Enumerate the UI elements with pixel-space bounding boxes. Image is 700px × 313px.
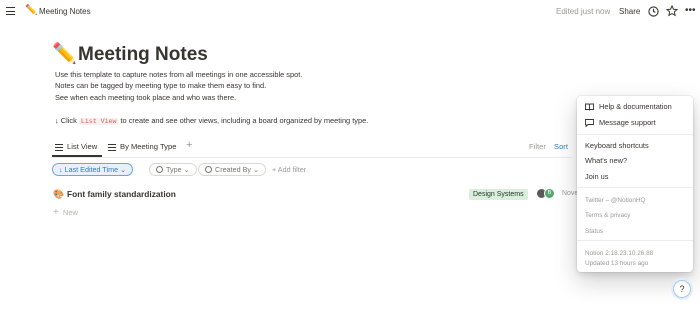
list-icon bbox=[108, 143, 116, 151]
list-item-date: Nove bbox=[562, 190, 579, 197]
filter-chip-type-label: Type ⌄ bbox=[166, 165, 190, 174]
view-tabs: List View By Meeting Type + Filter Sort bbox=[52, 137, 572, 157]
menu-item-join-us[interactable]: Join us bbox=[585, 172, 608, 182]
page-title[interactable]: Meeting Notes bbox=[78, 43, 208, 67]
add-view-button[interactable]: + bbox=[186, 140, 192, 151]
page-icon[interactable]: ✏️ bbox=[52, 42, 77, 66]
more-options-button[interactable]: ••• bbox=[685, 6, 696, 16]
tabs-divider bbox=[52, 157, 572, 158]
new-item-label: New bbox=[62, 208, 79, 217]
list-icon bbox=[55, 143, 63, 151]
tab-list-view-label: List View bbox=[67, 142, 98, 151]
edited-status: Edited just now bbox=[556, 7, 611, 16]
meeting-type-tag: Design Systems bbox=[469, 189, 528, 200]
select-icon bbox=[156, 166, 163, 173]
tab-by-meeting-type[interactable]: By Meeting Type bbox=[108, 142, 176, 152]
book-icon bbox=[585, 103, 594, 111]
avatar: B bbox=[544, 188, 555, 199]
new-item-button[interactable]: + New bbox=[53, 207, 78, 218]
tab-by-meeting-type-label: By Meeting Type bbox=[120, 142, 177, 151]
filter-chip-created-by[interactable]: Created By ⌄ bbox=[198, 163, 266, 176]
pencil-icon: ✏️ bbox=[25, 5, 38, 16]
filter-chip-created-by-label: Created By ⌄ bbox=[215, 165, 259, 174]
filter-chip-type[interactable]: Type ⌄ bbox=[149, 163, 197, 176]
person-icon bbox=[205, 166, 212, 173]
menu-item-keyboard-shortcuts[interactable]: Keyboard shortcuts bbox=[585, 141, 649, 151]
description-line-1: Use this template to capture notes from … bbox=[55, 70, 303, 79]
description-line-4-post: to create and see other views, including… bbox=[118, 116, 369, 125]
breadcrumb-page-title[interactable]: Meeting Notes bbox=[39, 7, 91, 17]
tab-list-view[interactable]: List View bbox=[55, 142, 97, 152]
description-line-4-pre: ↓ Click bbox=[55, 116, 79, 125]
menu-item-message-support-label: Message support bbox=[599, 118, 656, 127]
menu-item-help-documentation-label: Help & documentation bbox=[599, 102, 672, 111]
menu-item-twitter[interactable]: Twitter – @NotionHQ bbox=[585, 196, 645, 205]
description-line-3: See when each meeting took place and who… bbox=[55, 93, 237, 102]
menu-icon[interactable] bbox=[6, 7, 15, 15]
description-line-2: Notes can be tagged by meeting type to m… bbox=[55, 81, 267, 90]
plus-icon: + bbox=[53, 207, 59, 218]
sort-chip-last-edited[interactable]: ↓ Last Edited Time ⌄ bbox=[52, 163, 134, 176]
help-button[interactable]: ? bbox=[673, 280, 691, 298]
sort-button[interactable]: Sort bbox=[554, 142, 568, 151]
inline-code-list-view: List View bbox=[78, 118, 119, 125]
menu-item-terms-privacy[interactable]: Terms & privacy bbox=[585, 211, 630, 220]
menu-item-message-support[interactable]: Message support bbox=[585, 118, 656, 128]
add-filter-button[interactable]: + Add filter bbox=[272, 165, 306, 174]
menu-item-status[interactable]: Status bbox=[585, 227, 603, 236]
help-menu: Help & documentation Message support Key… bbox=[577, 96, 693, 272]
filter-button[interactable]: Filter bbox=[529, 142, 546, 151]
chat-icon bbox=[585, 119, 594, 127]
list-item-title[interactable]: Font family standardization bbox=[67, 189, 176, 200]
updated-info: Updated 13 hours ago bbox=[585, 260, 649, 267]
menu-divider bbox=[577, 240, 693, 241]
description-line-4: ↓ Click List View to create and see othe… bbox=[55, 116, 368, 127]
menu-divider bbox=[577, 187, 693, 188]
menu-item-whats-new[interactable]: What's new? bbox=[585, 156, 627, 166]
palette-icon: 🎨 bbox=[53, 189, 65, 199]
clock-icon[interactable] bbox=[648, 6, 659, 17]
top-bar: ✏️ Meeting Notes Edited just now Share •… bbox=[0, 0, 700, 24]
menu-item-help-documentation[interactable]: Help & documentation bbox=[585, 102, 672, 112]
menu-divider bbox=[577, 134, 693, 135]
version-info: Notion 2.18.23.10.26.88 bbox=[585, 250, 654, 257]
share-button[interactable]: Share bbox=[619, 7, 640, 17]
star-icon[interactable] bbox=[666, 5, 678, 17]
